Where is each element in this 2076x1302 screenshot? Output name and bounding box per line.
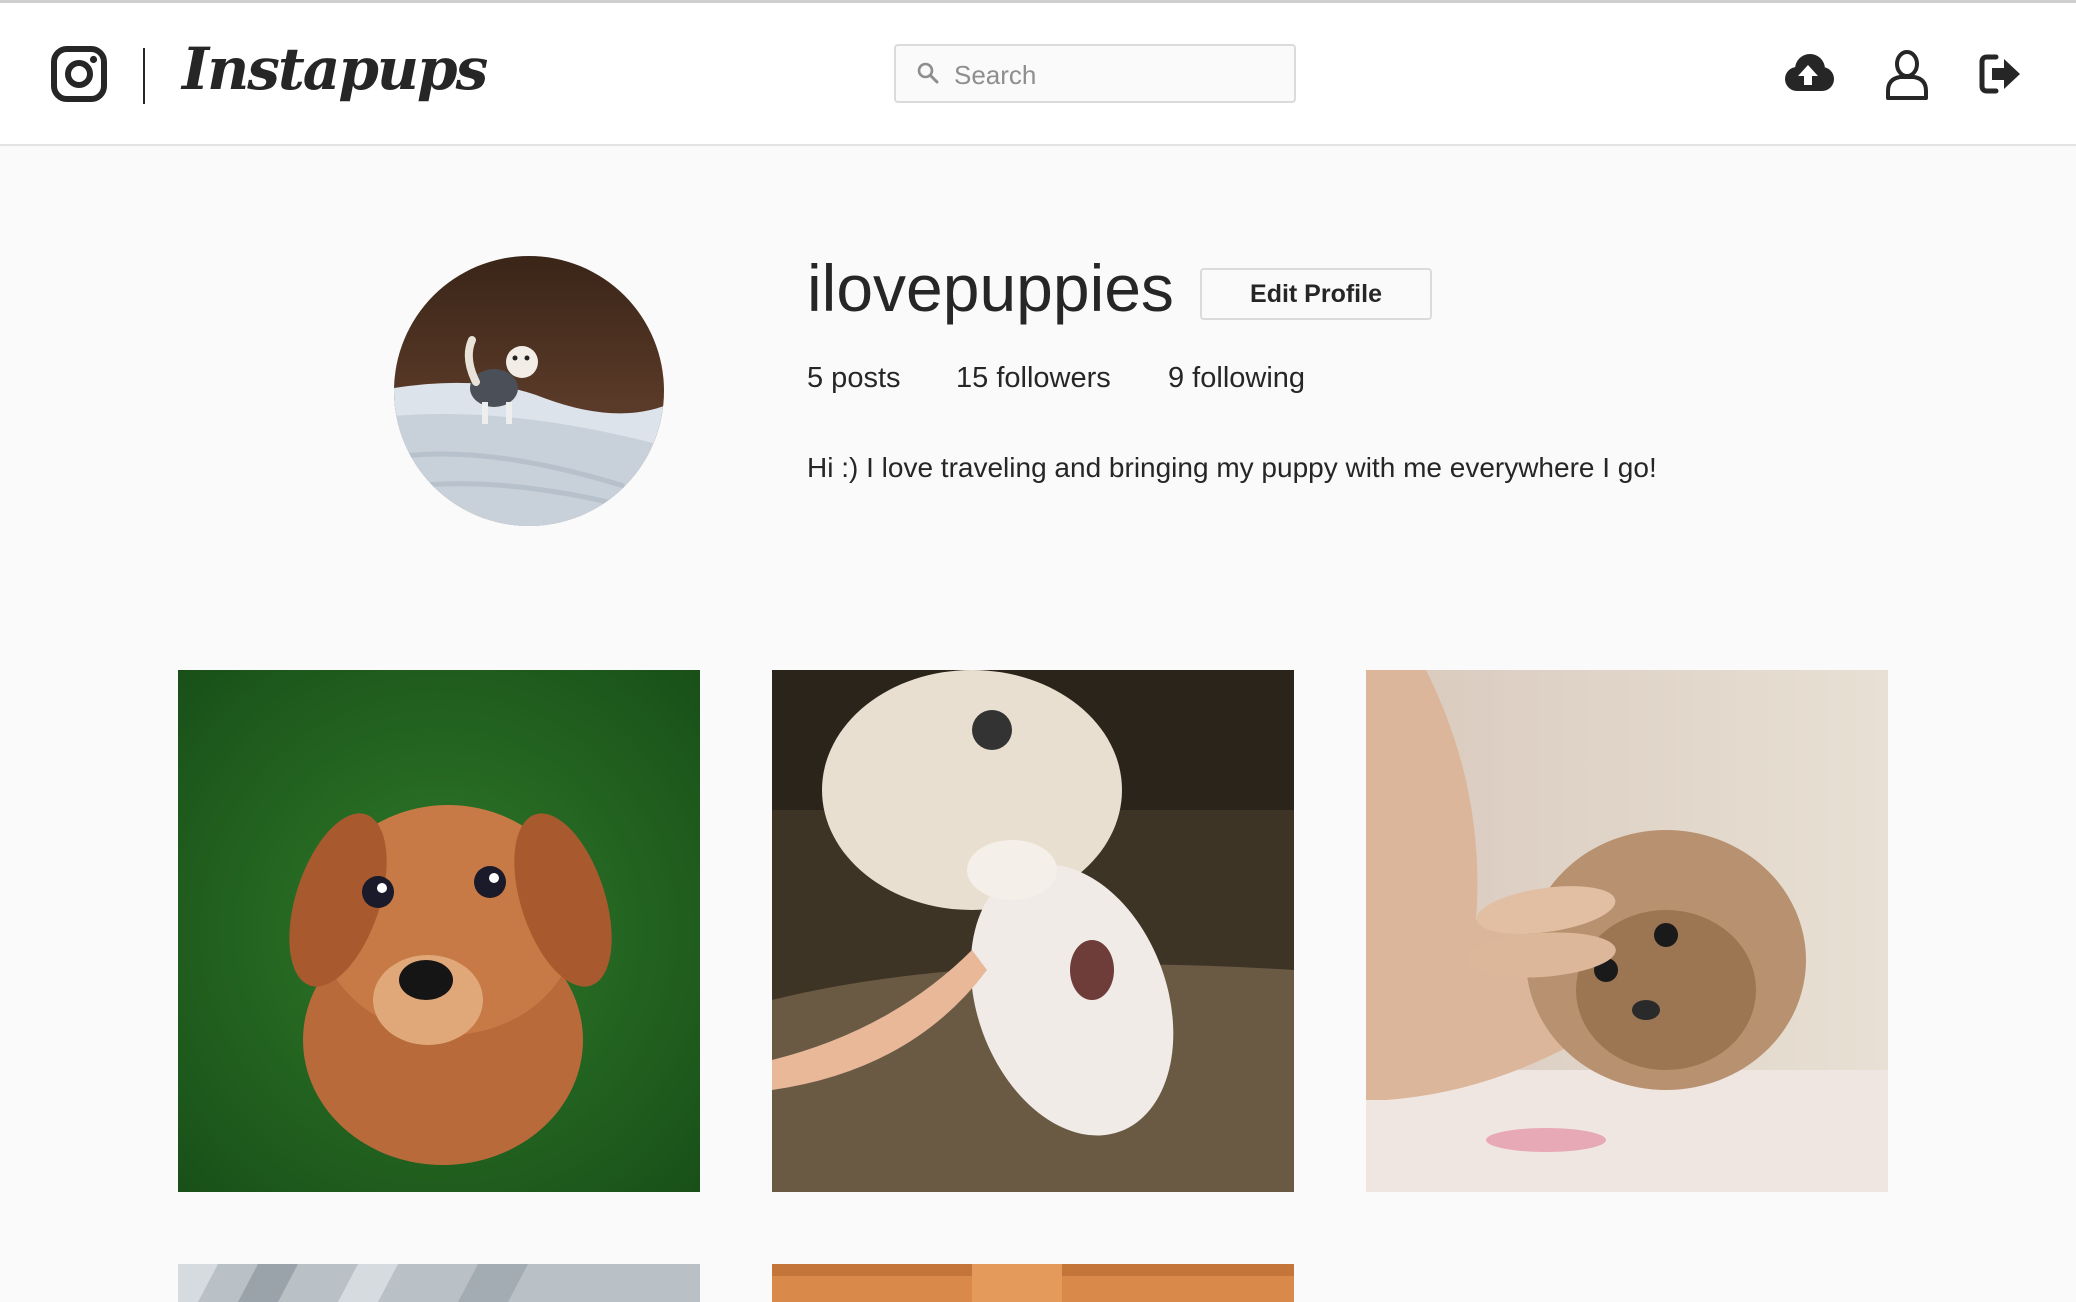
- top-navigation-bar: Instapups: [0, 3, 2076, 146]
- post-photo: [772, 1264, 1294, 1302]
- following-count[interactable]: 9 following: [1168, 362, 1305, 395]
- brand-wordmark[interactable]: Instapups: [182, 35, 488, 103]
- posts-count: 5 posts: [807, 362, 901, 394]
- post-thumbnail[interactable]: [178, 670, 700, 1192]
- logo-divider: [143, 48, 145, 104]
- post-photo: [178, 670, 700, 1192]
- search-icon: [917, 62, 939, 84]
- post-thumbnail[interactable]: [178, 1264, 700, 1302]
- post-thumbnail[interactable]: [772, 670, 1294, 1192]
- user-icon: [1886, 50, 1928, 100]
- avatar-photo: [394, 256, 664, 526]
- post-photo: [178, 1264, 700, 1302]
- post-thumbnail[interactable]: [1366, 670, 1888, 1192]
- logout-button[interactable]: [1978, 53, 2022, 95]
- sign-out-icon: [1979, 54, 2020, 94]
- profile-username: ilovepuppies: [807, 251, 1174, 325]
- profile-bio: Hi :) I love traveling and bringing my p…: [807, 452, 1657, 483]
- post-thumbnail[interactable]: [772, 1264, 1294, 1302]
- profile-button[interactable]: [1884, 49, 1930, 101]
- cloud-upload-icon: [1785, 54, 1834, 91]
- profile-avatar[interactable]: [394, 256, 664, 526]
- followers-count[interactable]: 15 followers: [956, 362, 1111, 395]
- search-box[interactable]: [894, 44, 1296, 103]
- post-photo: [1366, 670, 1888, 1192]
- instagram-logo-icon[interactable]: [50, 45, 108, 103]
- search-input[interactable]: [952, 54, 1276, 96]
- edit-profile-button[interactable]: Edit Profile: [1200, 268, 1432, 320]
- upload-button[interactable]: [1782, 51, 1834, 97]
- post-photo: [772, 670, 1294, 1192]
